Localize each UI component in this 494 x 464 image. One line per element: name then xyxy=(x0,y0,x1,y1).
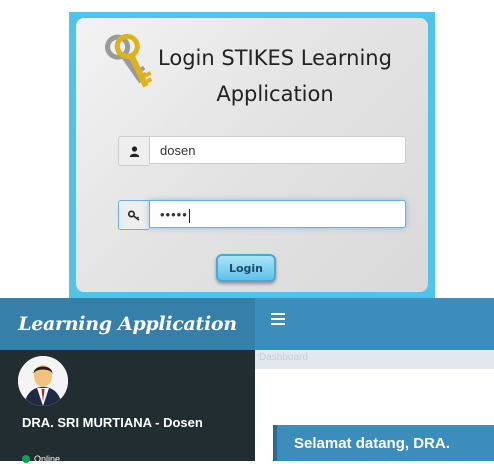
online-dot-icon xyxy=(22,455,30,463)
password-input[interactable]: ••••• xyxy=(149,200,406,228)
key-icon xyxy=(118,200,149,230)
text-cursor xyxy=(188,208,190,223)
password-group: ••••• xyxy=(118,200,406,230)
status-text: Online xyxy=(34,454,61,464)
brand-logo[interactable]: Learning Application xyxy=(0,298,255,350)
sidebar: DRA. SRI MURTIANA - Dosen Online xyxy=(0,350,255,464)
brand-text: Learning Application xyxy=(18,313,237,335)
login-form: Login STIKES Learning Application dosen … xyxy=(76,18,428,292)
welcome-callout: Selamat datang, DRA. xyxy=(273,425,494,461)
content-header-text: Dashboard xyxy=(259,352,308,363)
login-title: Login STIKES Learning Application xyxy=(158,46,392,106)
top-navbar: Learning Application xyxy=(0,298,494,350)
username-group: dosen xyxy=(118,136,406,166)
content-header: Dashboard xyxy=(255,350,494,369)
password-mask: ••••• xyxy=(160,207,188,222)
avatar xyxy=(18,356,68,406)
login-button[interactable]: Login xyxy=(216,254,276,282)
login-panel: Login STIKES Learning Application dosen … xyxy=(69,12,435,298)
username-input[interactable]: dosen xyxy=(149,136,406,164)
status-badge: Online xyxy=(22,454,60,464)
welcome-text: Selamat datang, DRA. xyxy=(294,435,450,452)
hamburger-icon[interactable] xyxy=(271,313,285,327)
user-icon xyxy=(118,136,149,166)
user-name: DRA. SRI MURTIANA - Dosen xyxy=(22,415,203,430)
main-content: Dashboard Selamat datang, DRA. xyxy=(255,350,494,461)
